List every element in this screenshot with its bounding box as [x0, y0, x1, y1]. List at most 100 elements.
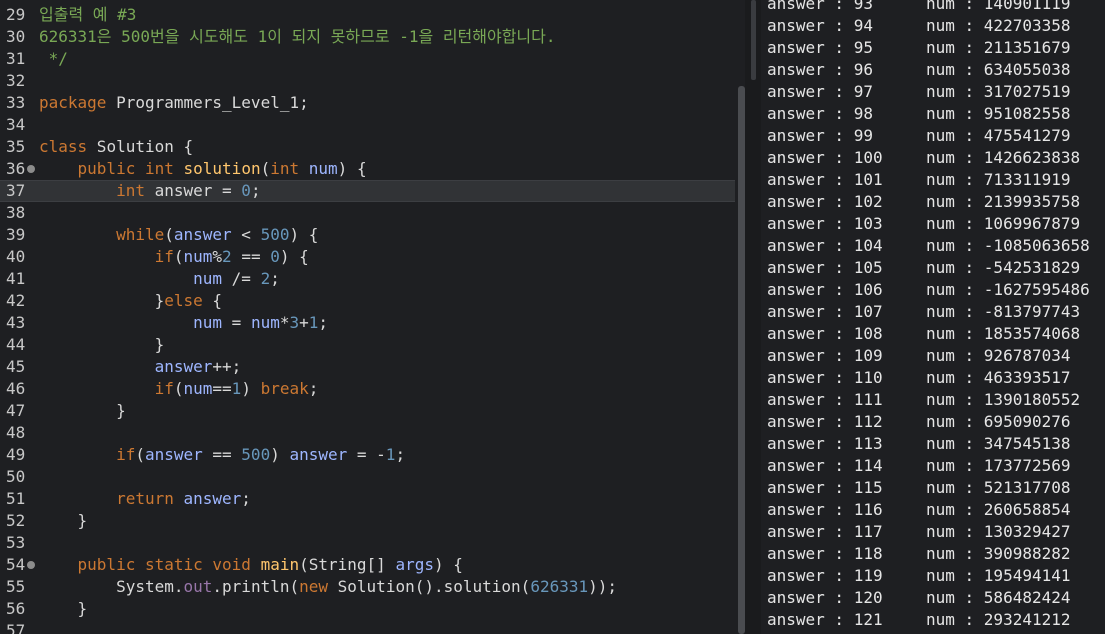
code-token: == — [212, 379, 232, 398]
code-line[interactable]: 35 class Solution { — [0, 136, 735, 158]
code-line[interactable]: 54 public static void main(String[] args… — [0, 554, 735, 576]
code-token: else — [164, 291, 203, 310]
code-line[interactable]: 53 — [0, 532, 735, 554]
code-token: ) { — [433, 555, 463, 574]
code-token: int — [270, 159, 300, 178]
answer-value: answer : 106 — [767, 280, 883, 299]
fold-toggle-icon[interactable] — [27, 165, 35, 173]
panel-divider[interactable] — [745, 0, 761, 634]
num-value: num : 173772569 — [926, 456, 1071, 475]
code-token: answer — [144, 445, 203, 464]
code-token: public — [77, 159, 136, 178]
code-token: } — [39, 599, 88, 618]
fold-toggle-icon[interactable] — [27, 561, 35, 569]
code-text: 입출력 예 #3 — [39, 4, 136, 26]
line-number: 43 — [6, 313, 26, 332]
code-token: num — [193, 313, 223, 332]
code-token: answer — [154, 357, 213, 376]
code-line[interactable]: 36 public int solution(int num) { — [0, 158, 735, 180]
code-line[interactable]: 51 return answer; — [0, 488, 735, 510]
console-scrollbar-thumb[interactable] — [751, 0, 756, 80]
code-token: Solution { — [87, 137, 194, 156]
code-line[interactable]: 41 num /= 2; — [0, 268, 735, 290]
code-line[interactable]: 34 — [0, 114, 735, 136]
code-line[interactable]: 29 입출력 예 #3 — [0, 4, 735, 26]
code-token: ; — [270, 269, 280, 288]
line-number: 52 — [6, 511, 26, 530]
line-number: 35 — [6, 137, 26, 156]
num-value: num : 951082558 — [926, 104, 1071, 123]
code-line[interactable]: 52 } — [0, 510, 735, 532]
code-token: } — [39, 291, 165, 310]
line-number: 30 — [6, 27, 26, 46]
code-token: ( — [135, 445, 145, 464]
code-line[interactable]: 44 } — [0, 334, 735, 356]
line-number: 38 — [6, 203, 26, 222]
answer-value: answer : 120 — [767, 588, 883, 607]
num-value: num : 195494141 — [926, 566, 1071, 585]
code-token: answer — [183, 489, 242, 508]
code-token: ( — [260, 159, 271, 178]
num-value: num : 463393517 — [926, 368, 1071, 387]
answer-value: answer : 108 — [767, 324, 883, 343]
code-token: ) — [270, 445, 290, 464]
code-line[interactable]: 31 */ — [0, 48, 735, 70]
code-line[interactable]: 45 answer++; — [0, 356, 735, 378]
line-number: 47 — [6, 401, 26, 420]
code-line[interactable]: 57 — [0, 620, 735, 634]
code-line[interactable]: 47 } — [0, 400, 735, 422]
code-line[interactable]: 55 System.out.println(new Solution().sol… — [0, 576, 735, 598]
code-token: ; — [250, 181, 261, 200]
code-text: public static void main(String[] args) { — [39, 554, 463, 576]
console-output[interactable]: answer : 93 num : 140901119 answer : 94 num… — [761, 0, 1105, 634]
code-token: 0 — [241, 181, 251, 200]
code-line[interactable]: 40 if(num%2 == 0) { — [0, 246, 735, 268]
code-text: if(answer == 500) answer = -1; — [39, 444, 405, 466]
code-token: .println( — [212, 577, 300, 596]
answer-value: answer : 119 — [767, 566, 883, 585]
line-number: 33 — [6, 93, 26, 112]
code-token: == — [231, 247, 271, 266]
code-editor[interactable]: 29 입출력 예 #3 30 626331은 500번을 시도해도 1이 되지 못하므… — [0, 0, 745, 634]
code-line[interactable]: 42 }else { — [0, 290, 735, 312]
code-line[interactable]: 49 if(answer == 500) answer = -1; — [0, 444, 735, 466]
code-token: ) — [241, 379, 261, 398]
code-text: package Programmers_Level_1; — [39, 92, 309, 114]
code-token: } — [39, 335, 165, 354]
code-token: if — [154, 379, 174, 398]
code-token: args — [395, 555, 434, 574]
num-value: num : 2139935758 — [926, 192, 1081, 211]
code-token: num — [308, 159, 338, 178]
code-token: 입출력 예 #3 — [39, 5, 137, 24]
code-token: */ — [39, 49, 68, 68]
answer-value: answer : 103 — [767, 214, 883, 233]
code-line[interactable]: 32 — [0, 70, 735, 92]
line-number: 48 — [6, 423, 26, 442]
num-value: num : 293241212 — [926, 610, 1071, 629]
code-line-current[interactable]: 37 int answer = 0; — [0, 180, 735, 202]
code-token: = — [222, 313, 251, 332]
code-line[interactable]: 46 if(num==1) break; — [0, 378, 735, 400]
code-token: num — [250, 313, 280, 332]
code-line[interactable]: 43 num = num*3+1; — [0, 312, 735, 334]
code-line[interactable]: 39 while(answer < 500) { — [0, 224, 735, 246]
line-number: 57 — [6, 621, 26, 634]
answer-value: answer : 121 — [767, 610, 883, 629]
code-line[interactable]: 50 — [0, 466, 735, 488]
code-token: % — [212, 247, 223, 266]
line-number: 41 — [6, 269, 26, 288]
code-line[interactable]: 38 — [0, 202, 735, 224]
code-line[interactable]: 33 package Programmers_Level_1; — [0, 92, 735, 114]
code-line[interactable]: 56 } — [0, 598, 735, 620]
code-line[interactable]: 48 — [0, 422, 735, 444]
num-value: num : -1085063658 — [926, 236, 1090, 255]
answer-value: answer : 112 — [767, 412, 883, 431]
editor-scrollbar-thumb[interactable] — [738, 86, 745, 634]
code-token: Programmers_Level_1; — [106, 93, 309, 112]
code-line[interactable]: 30 626331은 500번을 시도해도 1이 되지 못하므로 -1을 리턴해야… — [0, 26, 735, 48]
num-value: num : 926787034 — [926, 346, 1071, 365]
